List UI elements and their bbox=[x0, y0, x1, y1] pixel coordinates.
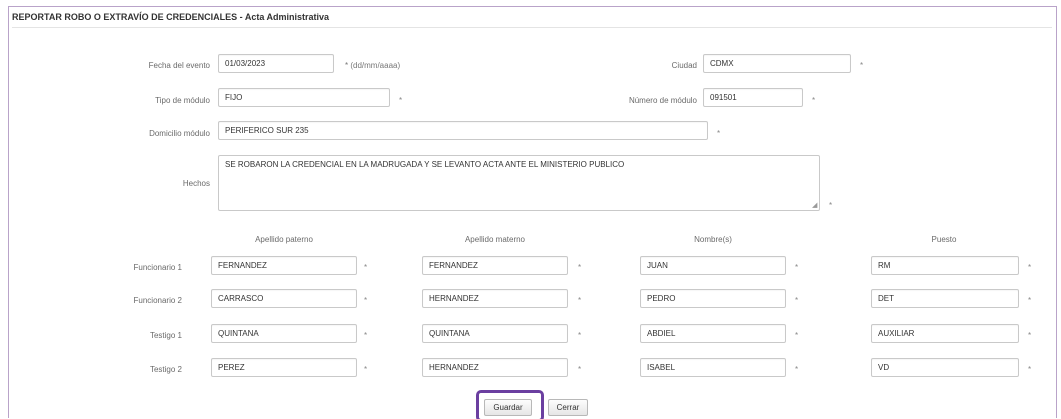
required-mark: * bbox=[578, 331, 582, 340]
testigo-2-apellido-materno[interactable] bbox=[422, 358, 568, 377]
required-mark: * bbox=[364, 365, 368, 374]
funcionario-1-puesto[interactable] bbox=[871, 256, 1019, 275]
required-mark: * bbox=[1028, 365, 1032, 374]
save-button[interactable]: Guardar bbox=[484, 399, 532, 416]
col-header-apellido-materno: Apellido materno bbox=[464, 235, 526, 244]
required-mark: * bbox=[1028, 296, 1032, 305]
required-mark: * bbox=[364, 296, 368, 305]
testigo-1-nombres[interactable] bbox=[640, 324, 786, 343]
numero-required-mark: * bbox=[812, 96, 816, 105]
numero-label: Número de módulo bbox=[628, 96, 697, 105]
col-header-apellido-paterno: Apellido paterno bbox=[255, 235, 313, 244]
tipo-label: Tipo de módulo bbox=[155, 96, 210, 105]
row-label-funcionario-2: Funcionario 2 bbox=[133, 296, 182, 305]
hechos-label: Hechos bbox=[182, 179, 210, 188]
required-mark: * bbox=[578, 296, 582, 305]
required-mark: * bbox=[1028, 263, 1032, 272]
domicilio-input[interactable] bbox=[218, 121, 708, 140]
fecha-input[interactable] bbox=[218, 54, 334, 73]
row-label-funcionario-1: Funcionario 1 bbox=[133, 263, 182, 272]
hechos-textarea[interactable]: SE ROBARON LA CREDENCIAL EN LA MADRUGADA… bbox=[218, 155, 820, 211]
required-mark: * bbox=[364, 263, 368, 272]
required-mark: * bbox=[795, 296, 799, 305]
funcionario-1-nombres[interactable] bbox=[640, 256, 786, 275]
tipo-input[interactable] bbox=[218, 88, 390, 107]
ciudad-label: Ciudad bbox=[671, 61, 697, 70]
domicilio-label: Domicilio módulo bbox=[149, 129, 210, 138]
required-mark: * bbox=[795, 365, 799, 374]
ciudad-required-mark: * bbox=[860, 61, 864, 70]
required-mark: * bbox=[795, 263, 799, 272]
required-mark: * bbox=[1028, 331, 1032, 340]
required-mark: * bbox=[364, 331, 368, 340]
testigo-2-puesto[interactable] bbox=[871, 358, 1019, 377]
header-divider bbox=[12, 27, 1052, 28]
page-title: REPORTAR ROBO O EXTRAVÍO DE CREDENCIALES… bbox=[12, 12, 330, 22]
close-button[interactable]: Cerrar bbox=[548, 399, 588, 416]
row-label-testigo-1: Testigo 1 bbox=[149, 331, 182, 340]
funcionario-1-apellido-paterno[interactable] bbox=[211, 256, 357, 275]
funcionario-1-apellido-materno[interactable] bbox=[422, 256, 568, 275]
fecha-label: Fecha del evento bbox=[148, 61, 210, 70]
testigo-2-nombres[interactable] bbox=[640, 358, 786, 377]
funcionario-2-apellido-materno[interactable] bbox=[422, 289, 568, 308]
testigo-1-apellido-materno[interactable] bbox=[422, 324, 568, 343]
domicilio-required-mark: * bbox=[717, 129, 721, 138]
testigo-2-apellido-paterno[interactable] bbox=[211, 358, 357, 377]
hechos-required-mark: * bbox=[829, 201, 833, 210]
col-header-puesto: Puesto bbox=[931, 235, 957, 244]
row-label-testigo-2: Testigo 2 bbox=[149, 365, 182, 374]
funcionario-2-puesto[interactable] bbox=[871, 289, 1019, 308]
ciudad-input[interactable] bbox=[703, 54, 851, 73]
numero-input[interactable] bbox=[703, 88, 803, 107]
fecha-format-hint: * (dd/mm/aaaa) bbox=[345, 61, 401, 70]
textarea-resize-handle[interactable]: ◢ bbox=[812, 202, 818, 209]
funcionario-2-apellido-paterno[interactable] bbox=[211, 289, 357, 308]
col-header-nombres: Nombre(s) bbox=[694, 235, 732, 244]
testigo-1-puesto[interactable] bbox=[871, 324, 1019, 343]
required-mark: * bbox=[578, 263, 582, 272]
funcionario-2-nombres[interactable] bbox=[640, 289, 786, 308]
tipo-required-mark: * bbox=[399, 96, 403, 105]
testigo-1-apellido-paterno[interactable] bbox=[211, 324, 357, 343]
required-mark: * bbox=[795, 331, 799, 340]
required-mark: * bbox=[578, 365, 582, 374]
